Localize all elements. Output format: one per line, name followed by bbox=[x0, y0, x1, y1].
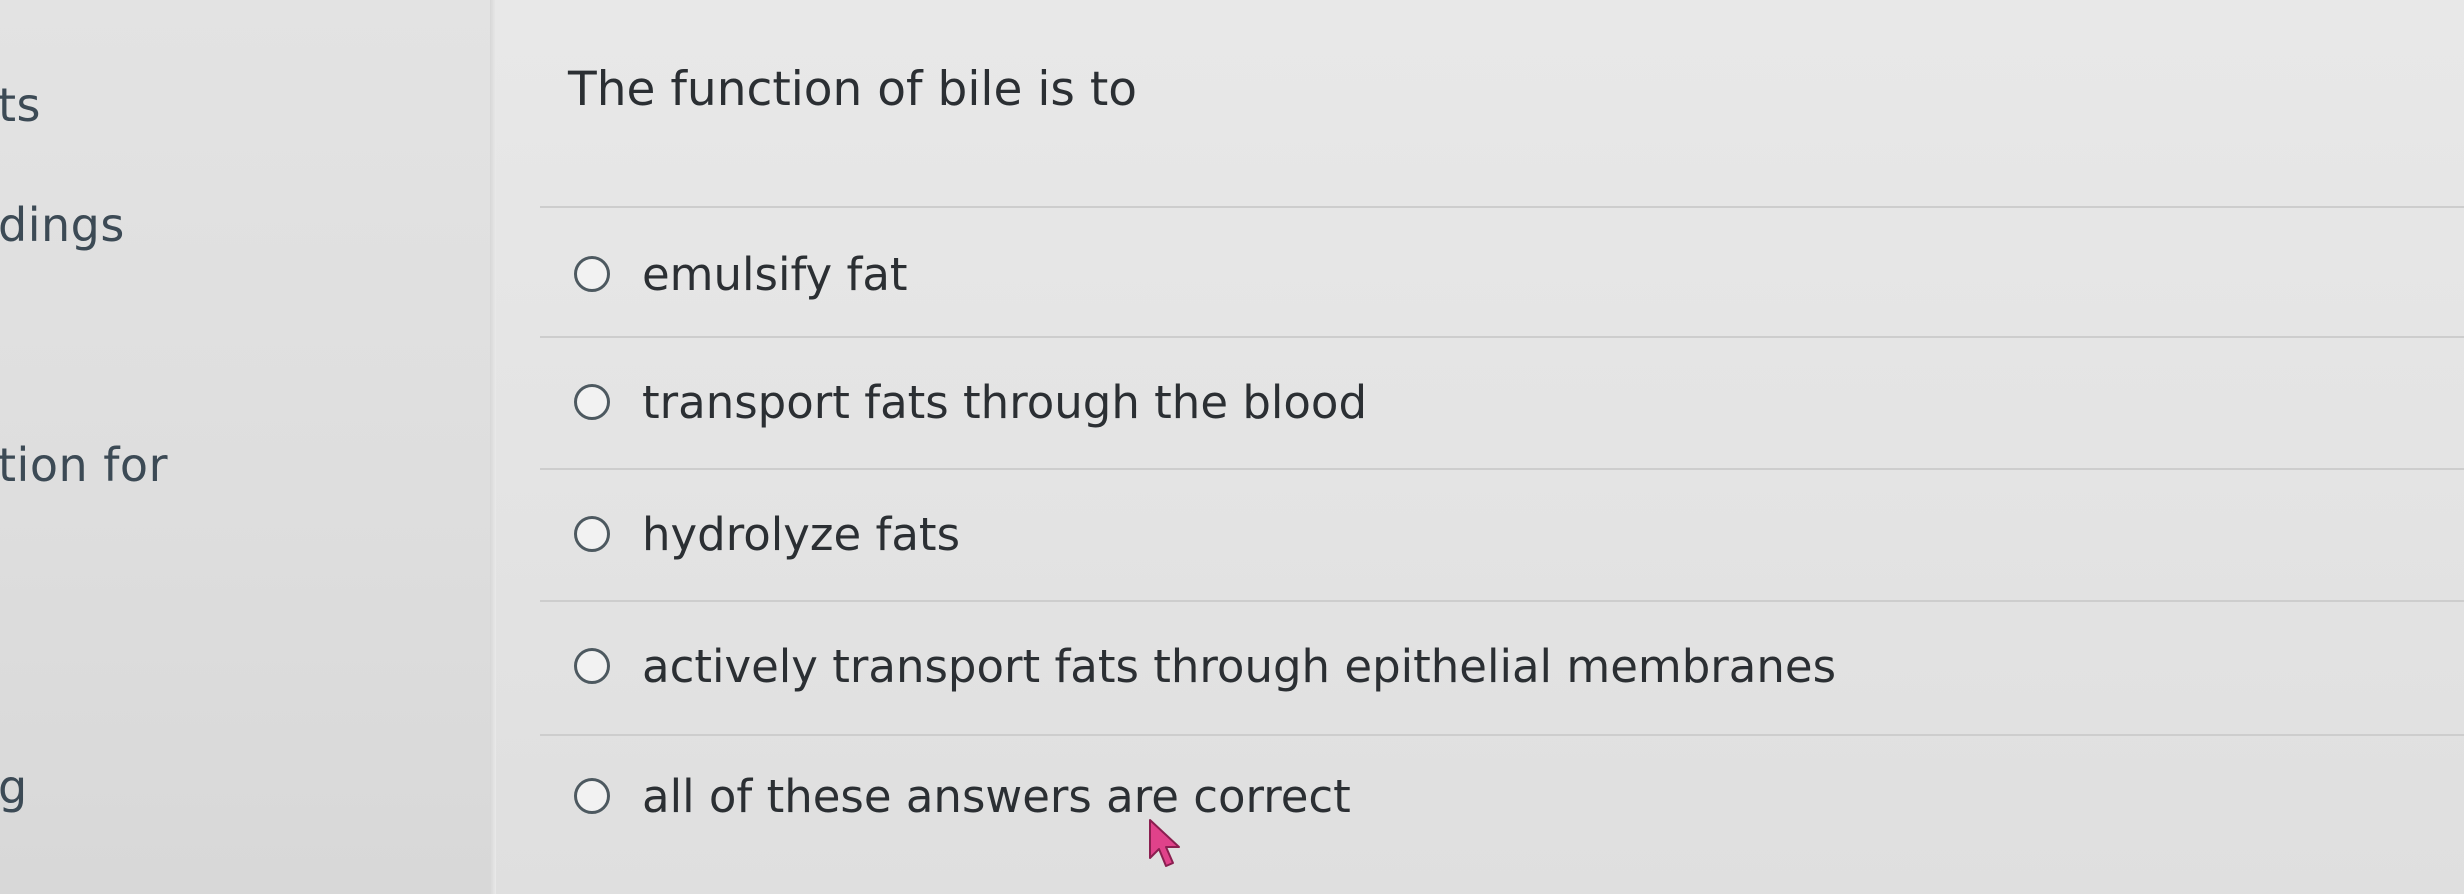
question-text: The function of bile is to bbox=[568, 62, 1138, 117]
quiz-question-panel bbox=[496, 0, 2464, 894]
answer-label[interactable]: actively transport fats through epitheli… bbox=[642, 640, 1836, 693]
answer-label[interactable]: all of these answers are correct bbox=[642, 770, 1351, 823]
answer-divider bbox=[540, 468, 2464, 470]
answer-option-actively-transport-fats[interactable]: actively transport fats through epitheli… bbox=[574, 636, 1836, 696]
answer-divider bbox=[540, 206, 2464, 208]
answer-option-hydrolyze-fats[interactable]: hydrolyze fats bbox=[574, 504, 960, 564]
mouse-pointer-icon bbox=[1149, 819, 1180, 867]
answer-option-all-correct[interactable]: all of these answers are correct bbox=[574, 766, 1351, 826]
sidebar-item-4[interactable]: g bbox=[0, 760, 28, 814]
course-sidebar: ts dings tion for g bbox=[0, 0, 496, 894]
answer-label[interactable]: transport fats through the blood bbox=[642, 376, 1367, 429]
radio-button-icon[interactable] bbox=[574, 648, 610, 684]
answer-label[interactable]: hydrolyze fats bbox=[642, 508, 960, 561]
answer-divider bbox=[540, 734, 2464, 736]
answer-divider bbox=[540, 336, 2464, 338]
answer-divider bbox=[540, 600, 2464, 602]
answer-option-emulsify-fat[interactable]: emulsify fat bbox=[574, 244, 908, 304]
radio-button-icon[interactable] bbox=[574, 256, 610, 292]
radio-button-icon[interactable] bbox=[574, 778, 610, 814]
sidebar-item-1[interactable]: ts bbox=[0, 78, 41, 132]
answer-label[interactable]: emulsify fat bbox=[642, 248, 908, 301]
sidebar-item-2[interactable]: dings bbox=[0, 198, 125, 252]
answer-option-transport-fats-blood[interactable]: transport fats through the blood bbox=[574, 372, 1367, 432]
sidebar-item-3[interactable]: tion for bbox=[0, 438, 168, 492]
radio-button-icon[interactable] bbox=[574, 384, 610, 420]
radio-button-icon[interactable] bbox=[574, 516, 610, 552]
